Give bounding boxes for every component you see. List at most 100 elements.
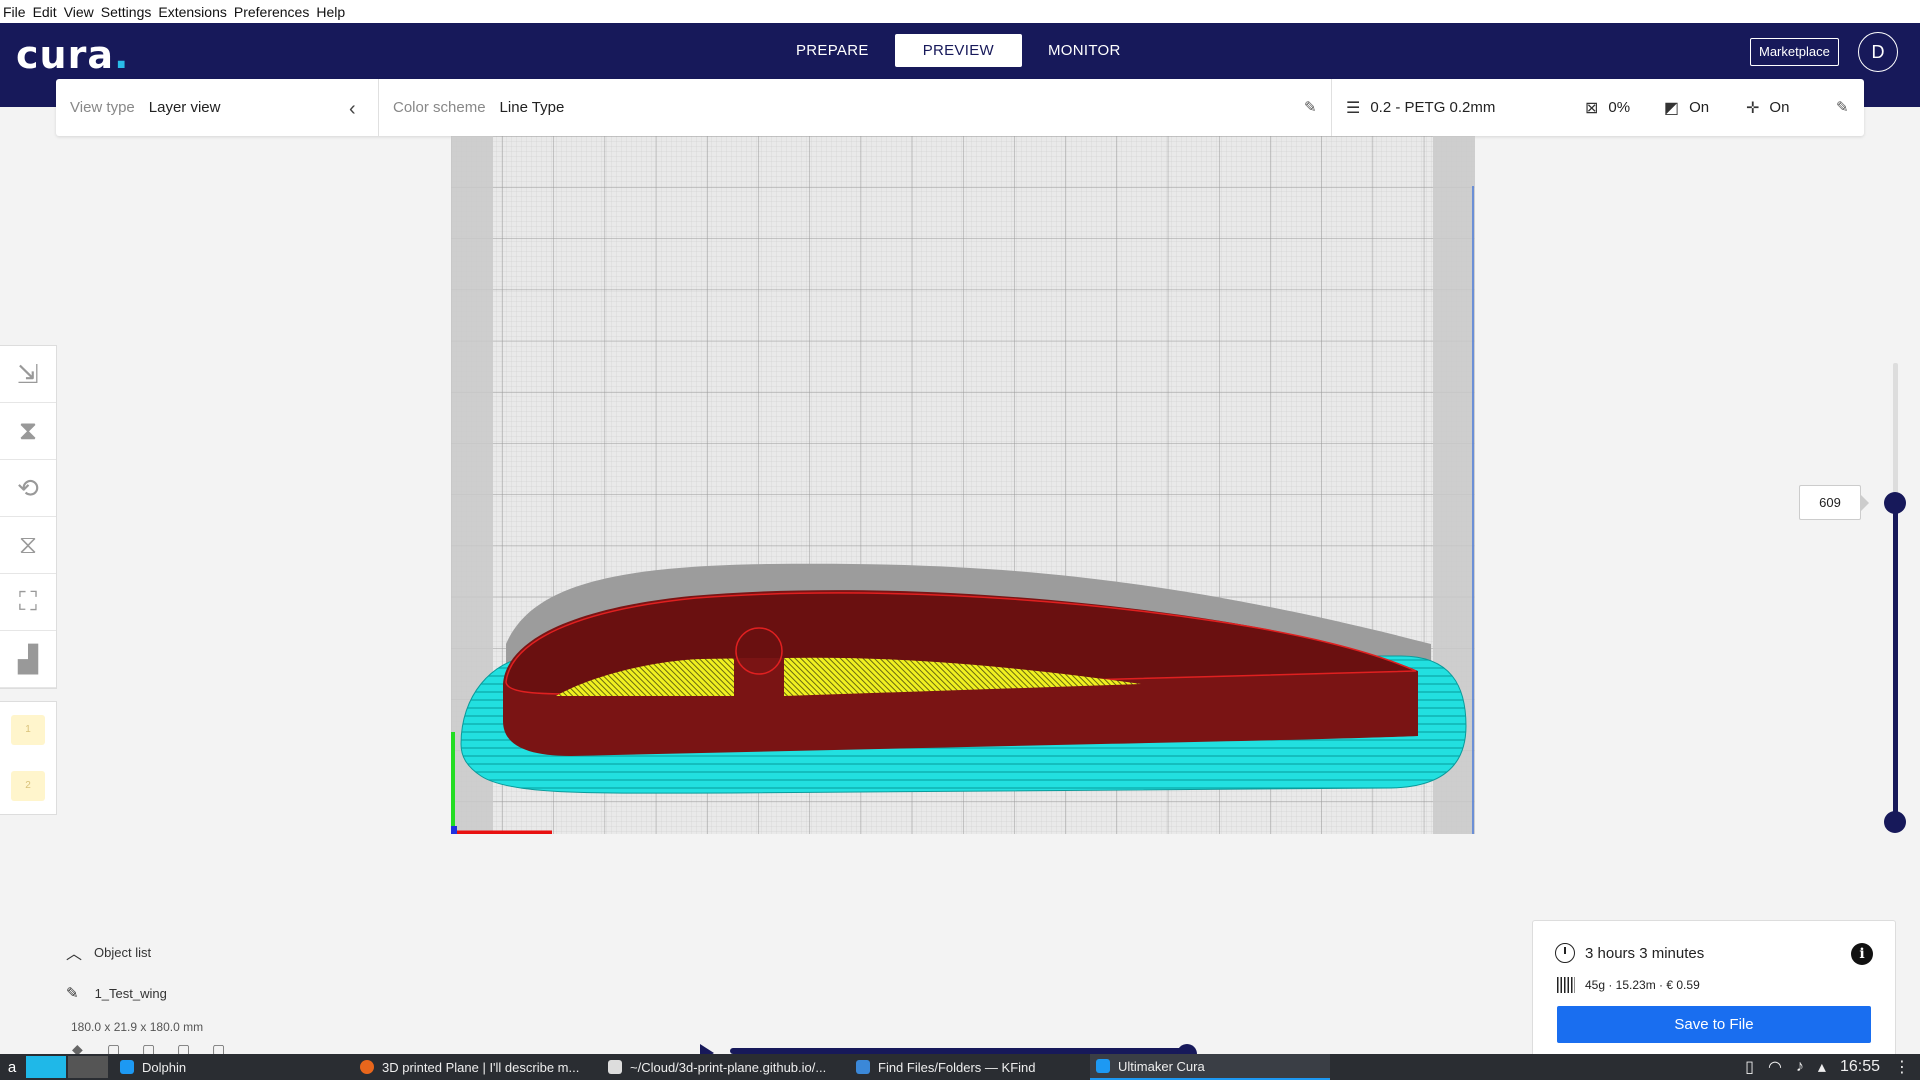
menu-view[interactable]: View [64, 4, 94, 20]
kfind-icon [856, 1060, 870, 1074]
app-launcher-icon[interactable]: a [0, 1054, 24, 1080]
task-kfind[interactable]: Find Files/Folders — KFind [850, 1054, 1090, 1080]
print-info-panel: 3 hours 3 minutes i 45g · 15.23m · € 0.5… [1532, 920, 1896, 1054]
task-cura[interactable]: Ultimaker Cura [1090, 1054, 1330, 1080]
build-plate-viewport[interactable] [451, 136, 1475, 834]
clock-time[interactable]: 16:55 [1840, 1058, 1880, 1076]
info-icon[interactable]: i [1851, 943, 1873, 965]
battery-icon[interactable]: ▯ [1745, 1057, 1754, 1077]
layer-slider-upper-handle[interactable] [1884, 492, 1906, 514]
task-dolphin[interactable]: Dolphin [114, 1054, 354, 1080]
profile-value: 0.2 - PETG 0.2mm [1370, 99, 1496, 116]
stage-tabs: PREPARE PREVIEW MONITOR [770, 34, 1147, 67]
object-list: ︿ Object list ✎ 1_Test_wing 180.0 x 21.9… [66, 940, 204, 1035]
color-scheme-selector[interactable]: Color scheme Line Type [393, 79, 564, 136]
per-model-settings-icon[interactable]: ⛶ [0, 574, 56, 631]
layer-number-field[interactable]: 609 [1799, 485, 1861, 520]
print-time-row: 3 hours 3 minutes [1555, 943, 1704, 963]
divider [1331, 79, 1332, 136]
chevron-up-icon: ︿ [66, 946, 83, 963]
system-tray: ▯ ◠ ♪ ▴ 16:55 ⋮ [1731, 1054, 1910, 1080]
view-type-value: Layer view [148, 99, 221, 116]
task-label: 3D printed Plane | I'll describe m... [382, 1059, 580, 1075]
save-to-file-button[interactable]: Save to File [1557, 1006, 1871, 1043]
print-settings-selector[interactable]: ☰ 0.2 - PETG 0.2mm [1346, 79, 1495, 136]
layer-slider-range [1893, 503, 1898, 823]
firefox-icon [360, 1060, 374, 1074]
menu-file[interactable]: File [3, 4, 26, 20]
color-scheme-value: Line Type [499, 99, 565, 116]
adhesion-value: On [1769, 99, 1790, 116]
color-scheme-label: Color scheme [393, 99, 486, 116]
menu-extensions[interactable]: Extensions [158, 4, 226, 20]
account-avatar[interactable]: D [1858, 32, 1898, 72]
scale-tool-icon[interactable]: ⧗ [0, 403, 56, 460]
support-blocker-icon[interactable]: ▟ [0, 631, 56, 688]
infill-indicator[interactable]: ⊠ 0% [1585, 79, 1630, 136]
task-editor[interactable]: ~/Cloud/3d-print-plane.github.io/... [602, 1054, 850, 1080]
tool-panel: ⇲ ⧗ ⟲ ⧖ ⛶ ▟ [0, 345, 57, 689]
tab-prepare[interactable]: PREPARE [770, 34, 895, 67]
task-label: Ultimaker Cura [1118, 1058, 1205, 1074]
object-list-toggle[interactable]: ︿ Object list [66, 940, 203, 964]
tab-monitor[interactable]: MONITOR [1022, 34, 1147, 67]
mirror-tool-icon[interactable]: ⧖ [0, 517, 56, 574]
virtual-desktop-1[interactable] [26, 1056, 66, 1078]
menu-edit[interactable]: Edit [33, 4, 57, 20]
extruder-1-button[interactable]: 1 [0, 702, 56, 758]
material-row: 45g · 15.23m · € 0.59 [1557, 977, 1700, 993]
extruder-2-icon: 2 [11, 771, 45, 801]
volume-icon[interactable]: ♪ [1796, 1058, 1804, 1076]
object-name: 1_Test_wing [94, 985, 167, 1001]
menu-bar: File Edit View Settings Extensions Prefe… [0, 0, 1920, 23]
collapse-chevron-icon[interactable]: ‹ [349, 98, 356, 121]
support-indicator[interactable]: ◩ On [1664, 79, 1709, 136]
menu-help[interactable]: Help [316, 4, 345, 20]
infill-value: 0% [1608, 99, 1631, 116]
menu-settings[interactable]: Settings [101, 4, 152, 20]
text-editor-icon [608, 1060, 622, 1074]
tab-preview[interactable]: PREVIEW [894, 34, 1022, 67]
z-axis [451, 826, 457, 834]
adhesion-icon: ✛ [1746, 99, 1760, 117]
task-label: Dolphin [142, 1059, 187, 1075]
spar-hole-wall [734, 658, 784, 700]
object-list-header: Object list [94, 944, 152, 960]
menu-preferences[interactable]: Preferences [234, 4, 309, 20]
menu-dots-icon[interactable]: ⋮ [1894, 1057, 1910, 1077]
edit-pencil-icon[interactable]: ✎ [1304, 98, 1317, 116]
marketplace-button[interactable]: Marketplace [1750, 38, 1839, 66]
move-tool-icon[interactable]: ⇲ [0, 346, 56, 403]
view-type-selector[interactable]: View type Layer view [70, 79, 220, 136]
material-spool-icon [1557, 977, 1575, 993]
cura-app-icon [1096, 1059, 1110, 1073]
view-type-label: View type [70, 99, 135, 116]
support-value: On [1689, 99, 1710, 116]
clock-icon [1555, 943, 1575, 963]
virtual-desktop-2[interactable] [68, 1056, 108, 1078]
support-icon: ◩ [1664, 99, 1680, 117]
system-taskbar: a Dolphin 3D printed Plane | I'll descri… [0, 1054, 1920, 1080]
layer-slider-lower-handle[interactable] [1884, 811, 1906, 833]
tray-expand-icon[interactable]: ▴ [1818, 1057, 1826, 1077]
dolphin-icon [120, 1060, 134, 1074]
view-options-bar: View type Layer view ‹ Color scheme Line… [56, 79, 1864, 136]
infill-icon: ⊠ [1585, 99, 1599, 117]
edit-settings-pencil-icon[interactable]: ✎ [1836, 98, 1849, 116]
task-firefox[interactable]: 3D printed Plane | I'll describe m... [354, 1054, 602, 1080]
object-dimensions: 180.0 x 21.9 x 180.0 mm [71, 1020, 204, 1034]
divider [378, 79, 379, 136]
task-label: ~/Cloud/3d-print-plane.github.io/... [630, 1059, 827, 1075]
wifi-icon[interactable]: ◠ [1768, 1057, 1782, 1077]
extruder-1-icon: 1 [11, 715, 45, 745]
pencil-icon: ✎ [66, 985, 79, 1002]
material-estimate: 45g · 15.23m · € 0.59 [1585, 978, 1700, 992]
object-row[interactable]: ✎ 1_Test_wing [66, 984, 203, 1002]
cura-logo: cura. [16, 33, 129, 77]
rotate-tool-icon[interactable]: ⟲ [0, 460, 56, 517]
layer-field-pointer [1860, 494, 1869, 512]
logo-text: cura [16, 33, 114, 77]
profile-icon: ☰ [1346, 99, 1361, 117]
extruder-2-button[interactable]: 2 [0, 758, 56, 814]
adhesion-indicator[interactable]: ✛ On [1746, 79, 1789, 136]
